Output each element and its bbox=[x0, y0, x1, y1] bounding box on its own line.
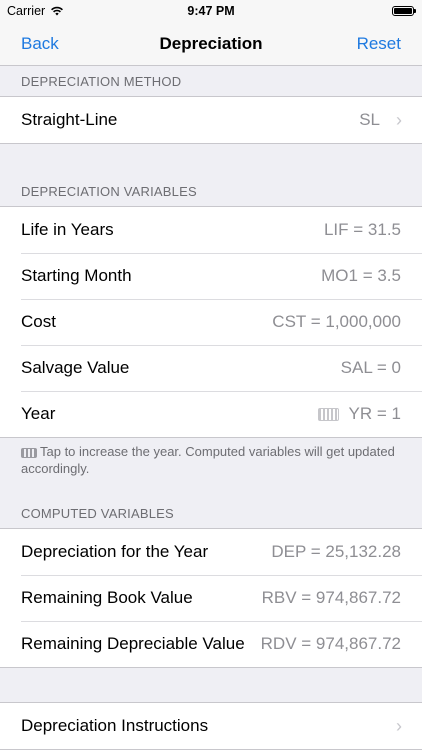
chevron-right-icon: › bbox=[396, 715, 402, 736]
section-header-computed: COMPUTED VARIABLES bbox=[21, 506, 174, 521]
instructions-label: Depreciation Instructions bbox=[21, 716, 209, 735]
variable-label: Cost bbox=[21, 312, 56, 331]
computed-label: Remaining Depreciable Value bbox=[21, 634, 245, 653]
variable-label: Year bbox=[21, 404, 56, 423]
computed-value: DEP = 25,132.28 bbox=[271, 542, 401, 561]
variables-footnote: Tap to increase the year. Computed varia… bbox=[21, 443, 401, 477]
variable-label: Salvage Value bbox=[21, 358, 130, 377]
instructions-value: › bbox=[390, 716, 402, 737]
computed-group: Depreciation for the Year DEP = 25,132.2… bbox=[0, 528, 422, 668]
instructions-row[interactable]: Depreciation Instructions › bbox=[0, 703, 422, 749]
variable-label: Life in Years bbox=[21, 220, 114, 239]
navigation-bar: Back Depreciation Reset bbox=[0, 22, 422, 66]
keyboard-icon bbox=[317, 407, 339, 421]
battery-icon bbox=[392, 6, 416, 16]
computed-label: Depreciation for the Year bbox=[21, 542, 209, 561]
year-value: YR = 1 bbox=[348, 404, 401, 423]
keyboard-icon bbox=[21, 447, 37, 458]
section-header-method: DEPRECIATION METHOD bbox=[21, 74, 182, 89]
variable-value-year: YR = 1 bbox=[317, 404, 401, 424]
reset-button[interactable]: Reset bbox=[357, 34, 401, 54]
variable-value: MO1 = 3.5 bbox=[321, 266, 401, 285]
variables-group: Life in Years LIF = 31.5 Starting Month … bbox=[0, 206, 422, 438]
variable-label: Starting Month bbox=[21, 266, 132, 285]
computed-value: RDV = 974,867.72 bbox=[260, 634, 401, 653]
footnote-text: Tap to increase the year. Computed varia… bbox=[21, 444, 395, 476]
instructions-group: Depreciation Instructions › bbox=[0, 702, 422, 750]
computed-label: Remaining Book Value bbox=[21, 588, 193, 607]
method-group: Straight-Line SL › bbox=[0, 96, 422, 144]
variable-value: SAL = 0 bbox=[340, 358, 401, 377]
method-row[interactable]: Straight-Line SL › bbox=[0, 97, 422, 143]
section-header-variables: DEPRECIATION VARIABLES bbox=[21, 184, 197, 199]
variable-row-year[interactable]: Year YR = 1 bbox=[0, 391, 422, 437]
variable-row-starting-month[interactable]: Starting Month MO1 = 3.5 bbox=[0, 253, 422, 299]
variable-value: CST = 1,000,000 bbox=[272, 312, 401, 331]
computed-row-depreciable-value[interactable]: Remaining Depreciable Value RDV = 974,86… bbox=[0, 621, 422, 667]
method-value: SL › bbox=[359, 110, 402, 131]
computed-row-depreciation[interactable]: Depreciation for the Year DEP = 25,132.2… bbox=[0, 529, 422, 575]
method-code: SL bbox=[359, 110, 380, 129]
variable-value: LIF = 31.5 bbox=[323, 220, 401, 239]
method-label: Straight-Line bbox=[21, 110, 118, 129]
variable-row-cost[interactable]: Cost CST = 1,000,000 bbox=[0, 299, 422, 345]
status-time: 9:47 PM bbox=[187, 4, 235, 18]
variable-row-salvage[interactable]: Salvage Value SAL = 0 bbox=[0, 345, 422, 391]
status-bar: Carrier 9:47 PM bbox=[0, 0, 422, 22]
chevron-right-icon: › bbox=[396, 109, 402, 130]
computed-row-book-value[interactable]: Remaining Book Value RBV = 974,867.72 bbox=[0, 575, 422, 621]
computed-value: RBV = 974,867.72 bbox=[261, 588, 401, 607]
variable-row-life[interactable]: Life in Years LIF = 31.5 bbox=[0, 207, 422, 253]
